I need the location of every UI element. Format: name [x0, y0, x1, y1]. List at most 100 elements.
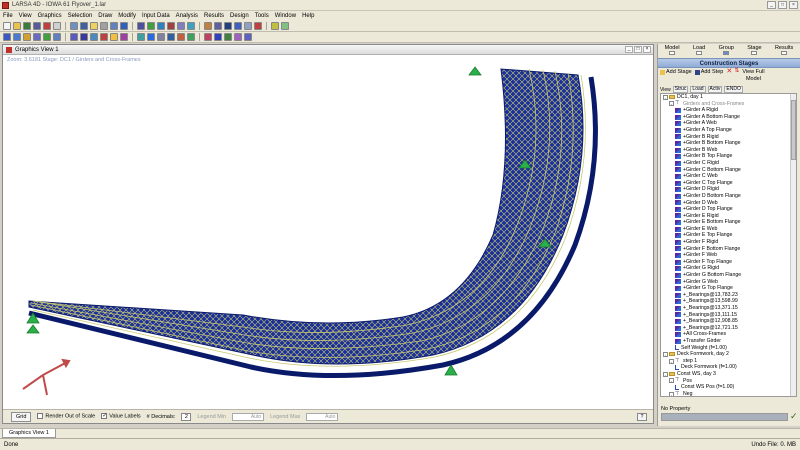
close-button[interactable]: × [789, 1, 798, 9]
tree-row[interactable]: - DC1, day 1 [661, 94, 796, 101]
tree-row[interactable]: +_Bearings@13,783.23 [661, 292, 796, 299]
column-endo[interactable]: ENDO [724, 86, 743, 93]
menu-view[interactable]: View [19, 13, 32, 19]
main-tool-11-icon[interactable] [110, 22, 118, 30]
view-tool-19-icon[interactable] [204, 33, 212, 41]
tree-row[interactable]: +Girder B Rigid [661, 134, 796, 141]
tree-scrollbar[interactable] [790, 94, 796, 396]
main-tool-18-icon[interactable] [187, 22, 195, 30]
view-tool-12-icon[interactable] [120, 33, 128, 41]
main-tool-14-icon[interactable] [147, 22, 155, 30]
tree-row[interactable]: +Girder D Web [661, 200, 796, 207]
tree-row[interactable]: +Girder C Rigid [661, 160, 796, 167]
menu-help[interactable]: Help [302, 13, 314, 19]
view-tool-3-icon[interactable] [23, 33, 31, 41]
expand-toggle-icon[interactable]: - [669, 378, 674, 384]
expand-toggle-icon[interactable]: - [663, 94, 668, 100]
menu-results[interactable]: Results [204, 13, 224, 19]
main-tool-6-icon[interactable] [53, 22, 61, 30]
main-tool-10-icon[interactable] [100, 22, 108, 30]
main-tool-22-icon[interactable] [234, 22, 242, 30]
legend-min-input[interactable]: Auto [232, 412, 265, 421]
view-close-button[interactable]: × [643, 46, 651, 53]
main-tool-16-icon[interactable] [167, 22, 175, 30]
view-tool-22-icon[interactable] [234, 33, 242, 41]
tree-row[interactable]: +Girder E Bottom Flange [661, 219, 796, 226]
tree-row[interactable]: - ⊤ step 1 [661, 358, 796, 365]
tree-row[interactable]: +Girder F Rigid [661, 239, 796, 246]
view-tool-6-icon[interactable] [53, 33, 61, 41]
main-tool-21-icon[interactable] [224, 22, 232, 30]
main-tool-19-icon[interactable] [204, 22, 212, 30]
sort-button[interactable]: ⇅ [734, 68, 739, 74]
view-tool-14-icon[interactable] [147, 33, 155, 41]
tree-row[interactable]: +Girder C Top Flange [661, 180, 796, 187]
tree-row[interactable]: +All Cross-Frames [661, 331, 796, 338]
tree-row[interactable]: +Girder F Top Flange [661, 259, 796, 266]
maximize-button[interactable]: □ [778, 1, 787, 9]
property-box[interactable] [661, 413, 788, 421]
tree-row[interactable]: +Girder D Top Flange [661, 206, 796, 213]
tree-row[interactable]: Self Weight (f=1.00) [661, 345, 796, 352]
tree-row[interactable]: Deck Formwork (f=1.00) [661, 364, 796, 371]
tree-row[interactable]: +Girder G Web [661, 279, 796, 286]
tree-row[interactable]: +Girder F Bottom Flange [661, 246, 796, 253]
tab-results[interactable]: Results [775, 45, 793, 58]
view-tool-17-icon[interactable] [177, 33, 185, 41]
help-button[interactable]: ? [637, 413, 647, 421]
main-tool-8-icon[interactable] [80, 22, 88, 30]
tree-row[interactable]: +_Bearings@13,111.15 [661, 312, 796, 319]
column-activ[interactable]: Activ [707, 86, 723, 93]
tree-row[interactable]: +Girder D Bottom Flange [661, 193, 796, 200]
tab-stage[interactable]: Stage [747, 45, 762, 58]
tree-row[interactable]: +Girder F Web [661, 252, 796, 259]
view-tool-11-icon[interactable] [110, 33, 118, 41]
tree-row[interactable]: - Const WS, day 3 [661, 371, 796, 378]
main-tool-1-icon[interactable] [3, 22, 11, 30]
view-maximize-button[interactable]: □ [634, 46, 642, 53]
tree-row[interactable]: +Girder B Web [661, 147, 796, 154]
add-stage-button[interactable]: Add Stage [660, 69, 692, 75]
main-tool-9-icon[interactable] [90, 22, 98, 30]
menu-selection[interactable]: Selection [68, 13, 93, 19]
menu-file[interactable]: File [3, 13, 13, 19]
view-tool-8-icon[interactable] [80, 33, 88, 41]
tab-model[interactable]: Model [665, 45, 680, 58]
decimals-input[interactable]: 2 [181, 412, 192, 421]
view-tool-13-icon[interactable] [137, 33, 145, 41]
tree-row[interactable]: +Transfer Girder [661, 338, 796, 345]
apply-check-icon[interactable]: ✓ [790, 411, 798, 422]
tree-row[interactable]: +Girder E Top Flange [661, 232, 796, 239]
tree-row[interactable]: +Girder G Rigid [661, 265, 796, 272]
view-tool-1-icon[interactable] [3, 33, 11, 41]
tree-row[interactable]: +Girder C Web [661, 173, 796, 180]
expand-toggle-icon[interactable]: - [669, 391, 674, 396]
main-tool-12-icon[interactable] [120, 22, 128, 30]
view-tool-16-icon[interactable] [167, 33, 175, 41]
expand-toggle-icon[interactable]: - [663, 371, 668, 377]
view-tool-4-icon[interactable] [33, 33, 41, 41]
tree-row[interactable]: - ⊤ Neg [661, 391, 796, 396]
view-tool-7-icon[interactable] [70, 33, 78, 41]
main-tool-25-icon[interactable] [271, 22, 279, 30]
tab-load[interactable]: Load [693, 45, 705, 58]
expand-toggle-icon[interactable]: - [663, 351, 668, 357]
view-tool-2-icon[interactable] [13, 33, 21, 41]
tree-row[interactable]: +_Bearings@13,598.99 [661, 298, 796, 305]
tree-row[interactable]: +Girder A Top Flange [661, 127, 796, 134]
tree-row[interactable]: +Girder E Rigid [661, 213, 796, 220]
tree-row[interactable]: +Girder E Web [661, 226, 796, 233]
column-struc[interactable]: Struc [672, 86, 689, 93]
column-load[interactable]: Load [690, 86, 706, 93]
legend-max-input[interactable]: Auto [306, 412, 339, 421]
model-canvas[interactable]: Zoom: 3.6181 Stage: DC1 / Girders and Cr… [3, 55, 653, 401]
view-tool-5-icon[interactable] [43, 33, 51, 41]
view-tool-10-icon[interactable] [100, 33, 108, 41]
view-tool-15-icon[interactable] [157, 33, 165, 41]
stage-tree[interactable]: - DC1, day 1- ⊤ Girders and Cross-Frames +Gi… [660, 93, 797, 397]
tab-group[interactable]: Group [719, 45, 734, 58]
view-full-model-button[interactable]: View Full Model [742, 69, 764, 82]
minimize-button[interactable]: _ [767, 1, 776, 9]
menu-tools[interactable]: Tools [255, 13, 269, 19]
tree-row[interactable]: +Girder D Rigid [661, 186, 796, 193]
